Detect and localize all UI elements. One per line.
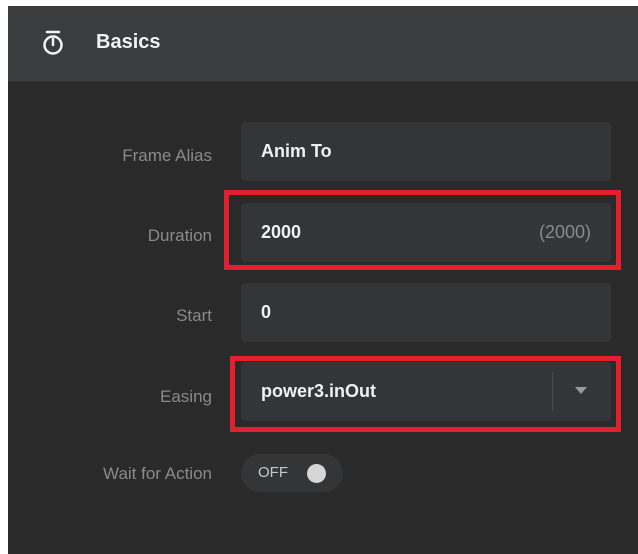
panel-title: Basics	[96, 31, 161, 53]
frame-alias-field[interactable]: Anim To	[241, 122, 611, 181]
easing-value: power3.inOut	[261, 381, 377, 401]
toggle-state-label: OFF	[258, 464, 288, 481]
wait-for-action-toggle[interactable]: OFF	[241, 454, 343, 492]
frame-alias-label: Frame Alias	[122, 146, 212, 165]
stopwatch-icon	[43, 30, 63, 55]
panel-header[interactable]: Basics	[8, 6, 638, 83]
duration-default-hint: (2000)	[538, 222, 591, 242]
start-value: 0	[261, 302, 272, 322]
basics-panel: Basics Frame Alias Anim To Duration 2000…	[8, 6, 638, 554]
easing-select[interactable]: power3.inOut	[241, 362, 611, 421]
duration-field[interactable]: 2000 (2000)	[241, 203, 611, 262]
select-divider	[552, 372, 553, 411]
start-label: Start	[176, 306, 212, 325]
easing-label: Easing	[160, 387, 212, 406]
toggle-knob	[307, 464, 326, 483]
duration-label: Duration	[147, 226, 212, 245]
frame-alias-value: Anim To	[261, 141, 332, 161]
start-field[interactable]: 0	[241, 283, 611, 342]
wait-for-action-label: Wait for Action	[103, 464, 212, 483]
chevron-down-icon[interactable]	[575, 387, 587, 394]
duration-value: 2000	[261, 222, 302, 242]
